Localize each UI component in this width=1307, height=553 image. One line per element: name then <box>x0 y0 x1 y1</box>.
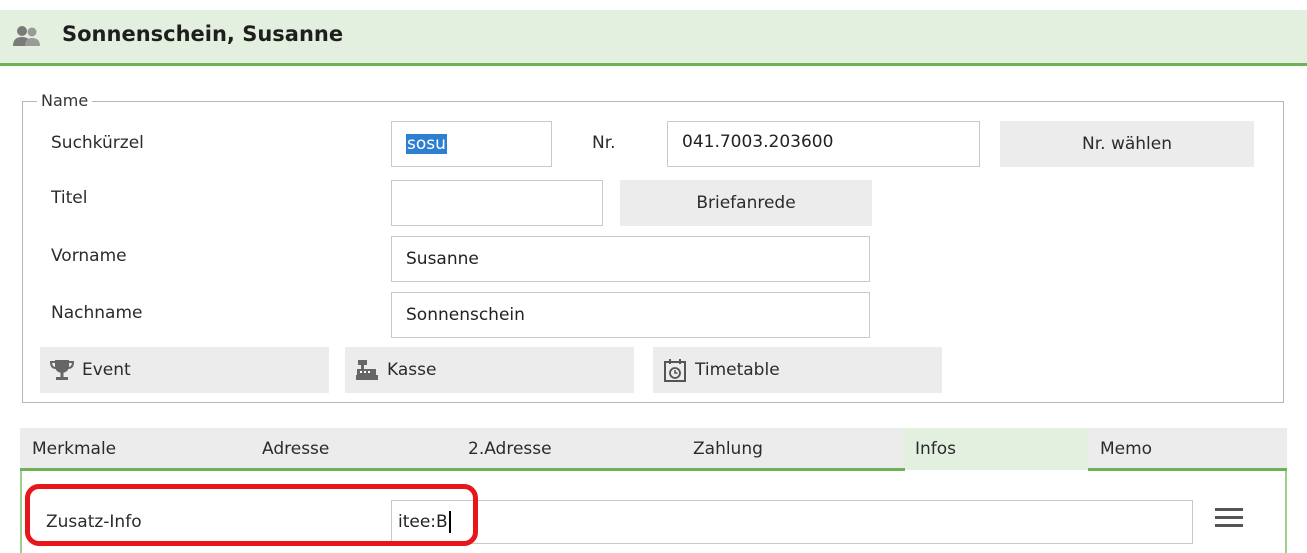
nachname-field[interactable]: Sonnenschein <box>391 292 870 338</box>
tab-adresse[interactable]: Adresse <box>250 428 460 470</box>
kasse-button-label: Kasse <box>387 360 437 380</box>
nachname-label: Nachname <box>51 303 143 323</box>
vorname-field[interactable]: Susanne <box>391 236 870 282</box>
cash-register-icon <box>356 360 378 380</box>
user-group-icon <box>13 26 40 46</box>
zusatz-info-field[interactable]: itee:B <box>391 500 1193 544</box>
highlight-annotation <box>25 484 478 546</box>
tab-infos[interactable]: Infos <box>903 428 1088 470</box>
tab-merkmale[interactable]: Merkmale <box>20 428 258 470</box>
event-button-label: Event <box>82 360 131 380</box>
suchkuerzel-field[interactable]: sosu <box>391 121 552 167</box>
titel-label: Titel <box>51 188 88 208</box>
tab-memo[interactable]: Memo <box>1088 428 1287 470</box>
nr-waehlen-button[interactable]: Nr. wählen <box>1000 121 1254 167</box>
vorname-label: Vorname <box>51 246 127 266</box>
vorname-value: Susanne <box>406 249 479 269</box>
name-group-legend: Name <box>37 91 93 110</box>
hamburger-menu-icon[interactable] <box>1215 508 1243 530</box>
calendar-clock-icon <box>664 359 686 382</box>
nr-field[interactable]: 041.7003.203600 <box>667 121 980 167</box>
timetable-button[interactable]: Timetable <box>653 347 942 393</box>
nr-value: 041.7003.203600 <box>682 132 834 152</box>
event-button[interactable]: Event <box>40 347 329 393</box>
titel-field[interactable] <box>391 180 603 226</box>
trophy-icon <box>50 360 74 380</box>
window-title-bar: Sonnenschein, Susanne <box>0 10 1307 66</box>
tab-bar: Merkmale Adresse 2.Adresse Zahlung Infos… <box>20 428 1287 470</box>
timetable-button-label: Timetable <box>695 360 780 380</box>
page-title: Sonnenschein, Susanne <box>62 22 344 46</box>
tab-zahlung[interactable]: Zahlung <box>681 428 903 470</box>
briefanrede-button[interactable]: Briefanrede <box>620 180 872 226</box>
suchkuerzel-label: Suchkürzel <box>51 133 144 153</box>
nr-label: Nr. <box>592 133 616 153</box>
kasse-button[interactable]: Kasse <box>345 347 634 393</box>
tab-2-adresse[interactable]: 2.Adresse <box>456 428 686 470</box>
nachname-value: Sonnenschein <box>406 305 525 325</box>
suchkuerzel-value: sosu <box>406 134 447 154</box>
